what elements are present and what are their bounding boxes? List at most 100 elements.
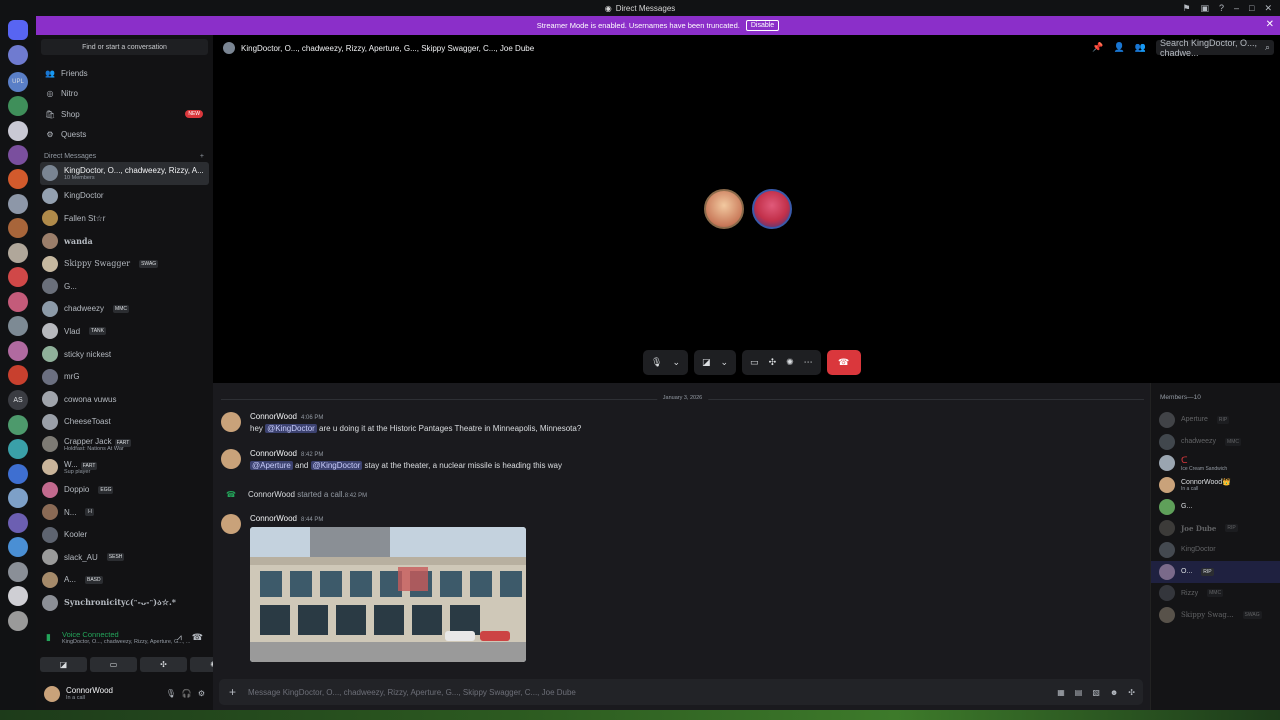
search-input[interactable]: Search KingDoctor, O..., chadwe... ⌕: [1156, 38, 1274, 58]
dm-item[interactable]: KingDoctor, O..., chadweezy, Rizzy, A...…: [40, 162, 209, 185]
sticker-icon[interactable]: ▧: [1092, 688, 1100, 697]
pin-icon[interactable]: 📌: [1092, 42, 1103, 53]
server-icon[interactable]: [8, 96, 28, 116]
server-icon[interactable]: [8, 513, 28, 533]
server-icon[interactable]: [8, 292, 28, 312]
server-icon[interactable]: UPL: [8, 72, 28, 92]
chevron-down-icon[interactable]: ⌄: [721, 357, 729, 368]
nav-shop[interactable]: 🛍 Shop NEW: [36, 104, 213, 125]
disable-streamer-mode-button[interactable]: Disable: [745, 20, 780, 31]
member-item[interactable]: G...: [1151, 496, 1280, 518]
nav-friends[interactable]: 👥 Friends: [36, 63, 213, 84]
dm-item[interactable]: Skippy Swagger SWAG: [36, 252, 213, 275]
attach-icon[interactable]: +: [229, 685, 236, 699]
members-icon[interactable]: 👥: [1135, 42, 1146, 53]
create-dm-button[interactable]: +: [200, 153, 204, 160]
screenshare-button[interactable]: ▭: [90, 657, 137, 672]
inbox-icon[interactable]: ⚑: [1182, 3, 1190, 14]
member-item[interactable]: ConnorWood👑 In a call: [1151, 474, 1280, 496]
dm-item[interactable]: mrG: [36, 365, 213, 388]
close-banner-icon[interactable]: ✕: [1266, 19, 1274, 30]
disconnect-icon[interactable]: ☎: [192, 632, 203, 643]
mic-control[interactable]: 🎙 ⌄: [643, 350, 688, 375]
server-icon[interactable]: [8, 316, 28, 336]
mic-icon[interactable]: 🎙: [166, 689, 176, 698]
settings-icon[interactable]: ⚙: [198, 689, 205, 698]
message-author[interactable]: ConnorWood: [250, 514, 297, 523]
maximize-button[interactable]: □: [1249, 3, 1254, 13]
dm-item[interactable]: sticky nickest: [36, 343, 213, 366]
dm-item[interactable]: KingDoctor: [36, 185, 213, 208]
dm-item[interactable]: wanda: [36, 230, 213, 253]
avatar[interactable]: [221, 449, 241, 469]
dm-item[interactable]: CheeseToast: [36, 411, 213, 434]
member-item[interactable]: Skippy Swag... SWAG: [1151, 604, 1280, 626]
server-icon[interactable]: [8, 145, 28, 165]
dm-item[interactable]: chadweezy MMC: [36, 298, 213, 321]
home-button[interactable]: [8, 20, 28, 40]
close-window-button[interactable]: ✕: [1264, 3, 1272, 14]
mention[interactable]: @KingDoctor: [265, 424, 317, 433]
server-icon[interactable]: [8, 267, 28, 287]
server-icon[interactable]: [8, 488, 28, 508]
image-attachment[interactable]: [250, 527, 526, 662]
member-item[interactable]: Joe Dube RIP: [1151, 517, 1280, 539]
find-conversation-button[interactable]: Find or start a conversation: [41, 39, 208, 55]
server-icon[interactable]: AS: [8, 390, 28, 410]
gif-icon[interactable]: ▤: [1075, 688, 1083, 697]
server-icon[interactable]: [8, 415, 28, 435]
nav-nitro[interactable]: ◎ Nitro: [36, 84, 213, 105]
server-icon[interactable]: [8, 586, 28, 606]
server-icon[interactable]: [8, 45, 28, 65]
nav-quests[interactable]: ⚙ Quests: [36, 125, 213, 146]
member-item[interactable]: chadweezy MMC: [1151, 431, 1280, 453]
noise-suppression-icon[interactable]: ⩘: [177, 632, 182, 643]
video-button[interactable]: ◪: [40, 657, 87, 672]
soundboard-icon[interactable]: ✺: [786, 357, 794, 368]
server-icon[interactable]: [8, 537, 28, 557]
screen-icon[interactable]: ▣: [1200, 3, 1209, 14]
avatar[interactable]: [221, 514, 241, 534]
avatar[interactable]: [221, 412, 241, 432]
dm-item[interactable]: Crapper Jack FART Holdfast: Nations At War: [36, 433, 213, 456]
mention[interactable]: @Aperture: [250, 461, 293, 470]
participant-avatar[interactable]: [752, 189, 792, 229]
server-icon[interactable]: [8, 439, 28, 459]
server-icon[interactable]: [8, 121, 28, 141]
dm-item[interactable]: slack_AU SESH: [36, 546, 213, 569]
participant-avatar[interactable]: [704, 189, 744, 229]
camera-control[interactable]: ◪ ⌄: [693, 350, 737, 375]
server-icon[interactable]: [8, 169, 28, 189]
member-item[interactable]: Rizzy MMC: [1151, 583, 1280, 605]
emoji-icon[interactable]: ☻: [1110, 688, 1118, 697]
server-icon[interactable]: [8, 194, 28, 214]
dm-item[interactable]: Vlad TANK: [36, 320, 213, 343]
message-author[interactable]: ConnorWood: [250, 412, 297, 421]
mention[interactable]: @KingDoctor: [310, 461, 363, 470]
help-icon[interactable]: ?: [1219, 3, 1224, 13]
dm-item[interactable]: Fallen St☆r: [36, 207, 213, 230]
dm-item[interactable]: G...: [36, 275, 213, 298]
message-author[interactable]: ConnorWood: [248, 490, 295, 499]
server-icon[interactable]: [8, 218, 28, 238]
message-input[interactable]: + Message KingDoctor, O..., chadweezy, R…: [219, 679, 1143, 705]
server-icon[interactable]: [8, 365, 28, 385]
server-icon[interactable]: [8, 464, 28, 484]
dm-item[interactable]: Kooler: [36, 524, 213, 547]
minimize-button[interactable]: –: [1234, 3, 1239, 13]
dm-item[interactable]: A... BASD: [36, 569, 213, 592]
server-icon[interactable]: [8, 611, 28, 631]
dm-item[interactable]: W... FART Sup player: [36, 456, 213, 479]
dm-item[interactable]: Synchronicity૮(ᵔ-ᴗ-ᵔ)ა☆.*: [36, 591, 213, 614]
end-call-button[interactable]: ☎: [826, 350, 861, 375]
server-icon[interactable]: [8, 243, 28, 263]
chevron-down-icon[interactable]: ⌄: [672, 357, 680, 368]
dm-item[interactable]: N... I-I: [36, 501, 213, 524]
activities-button[interactable]: ✣: [140, 657, 187, 672]
more-icon[interactable]: ⋯: [804, 357, 813, 368]
gift-icon[interactable]: ▦: [1057, 688, 1065, 697]
member-item[interactable]: KingDoctor: [1151, 539, 1280, 561]
avatar[interactable]: [44, 686, 60, 702]
server-icon[interactable]: [8, 341, 28, 361]
add-friend-icon[interactable]: 👤: [1114, 42, 1125, 53]
